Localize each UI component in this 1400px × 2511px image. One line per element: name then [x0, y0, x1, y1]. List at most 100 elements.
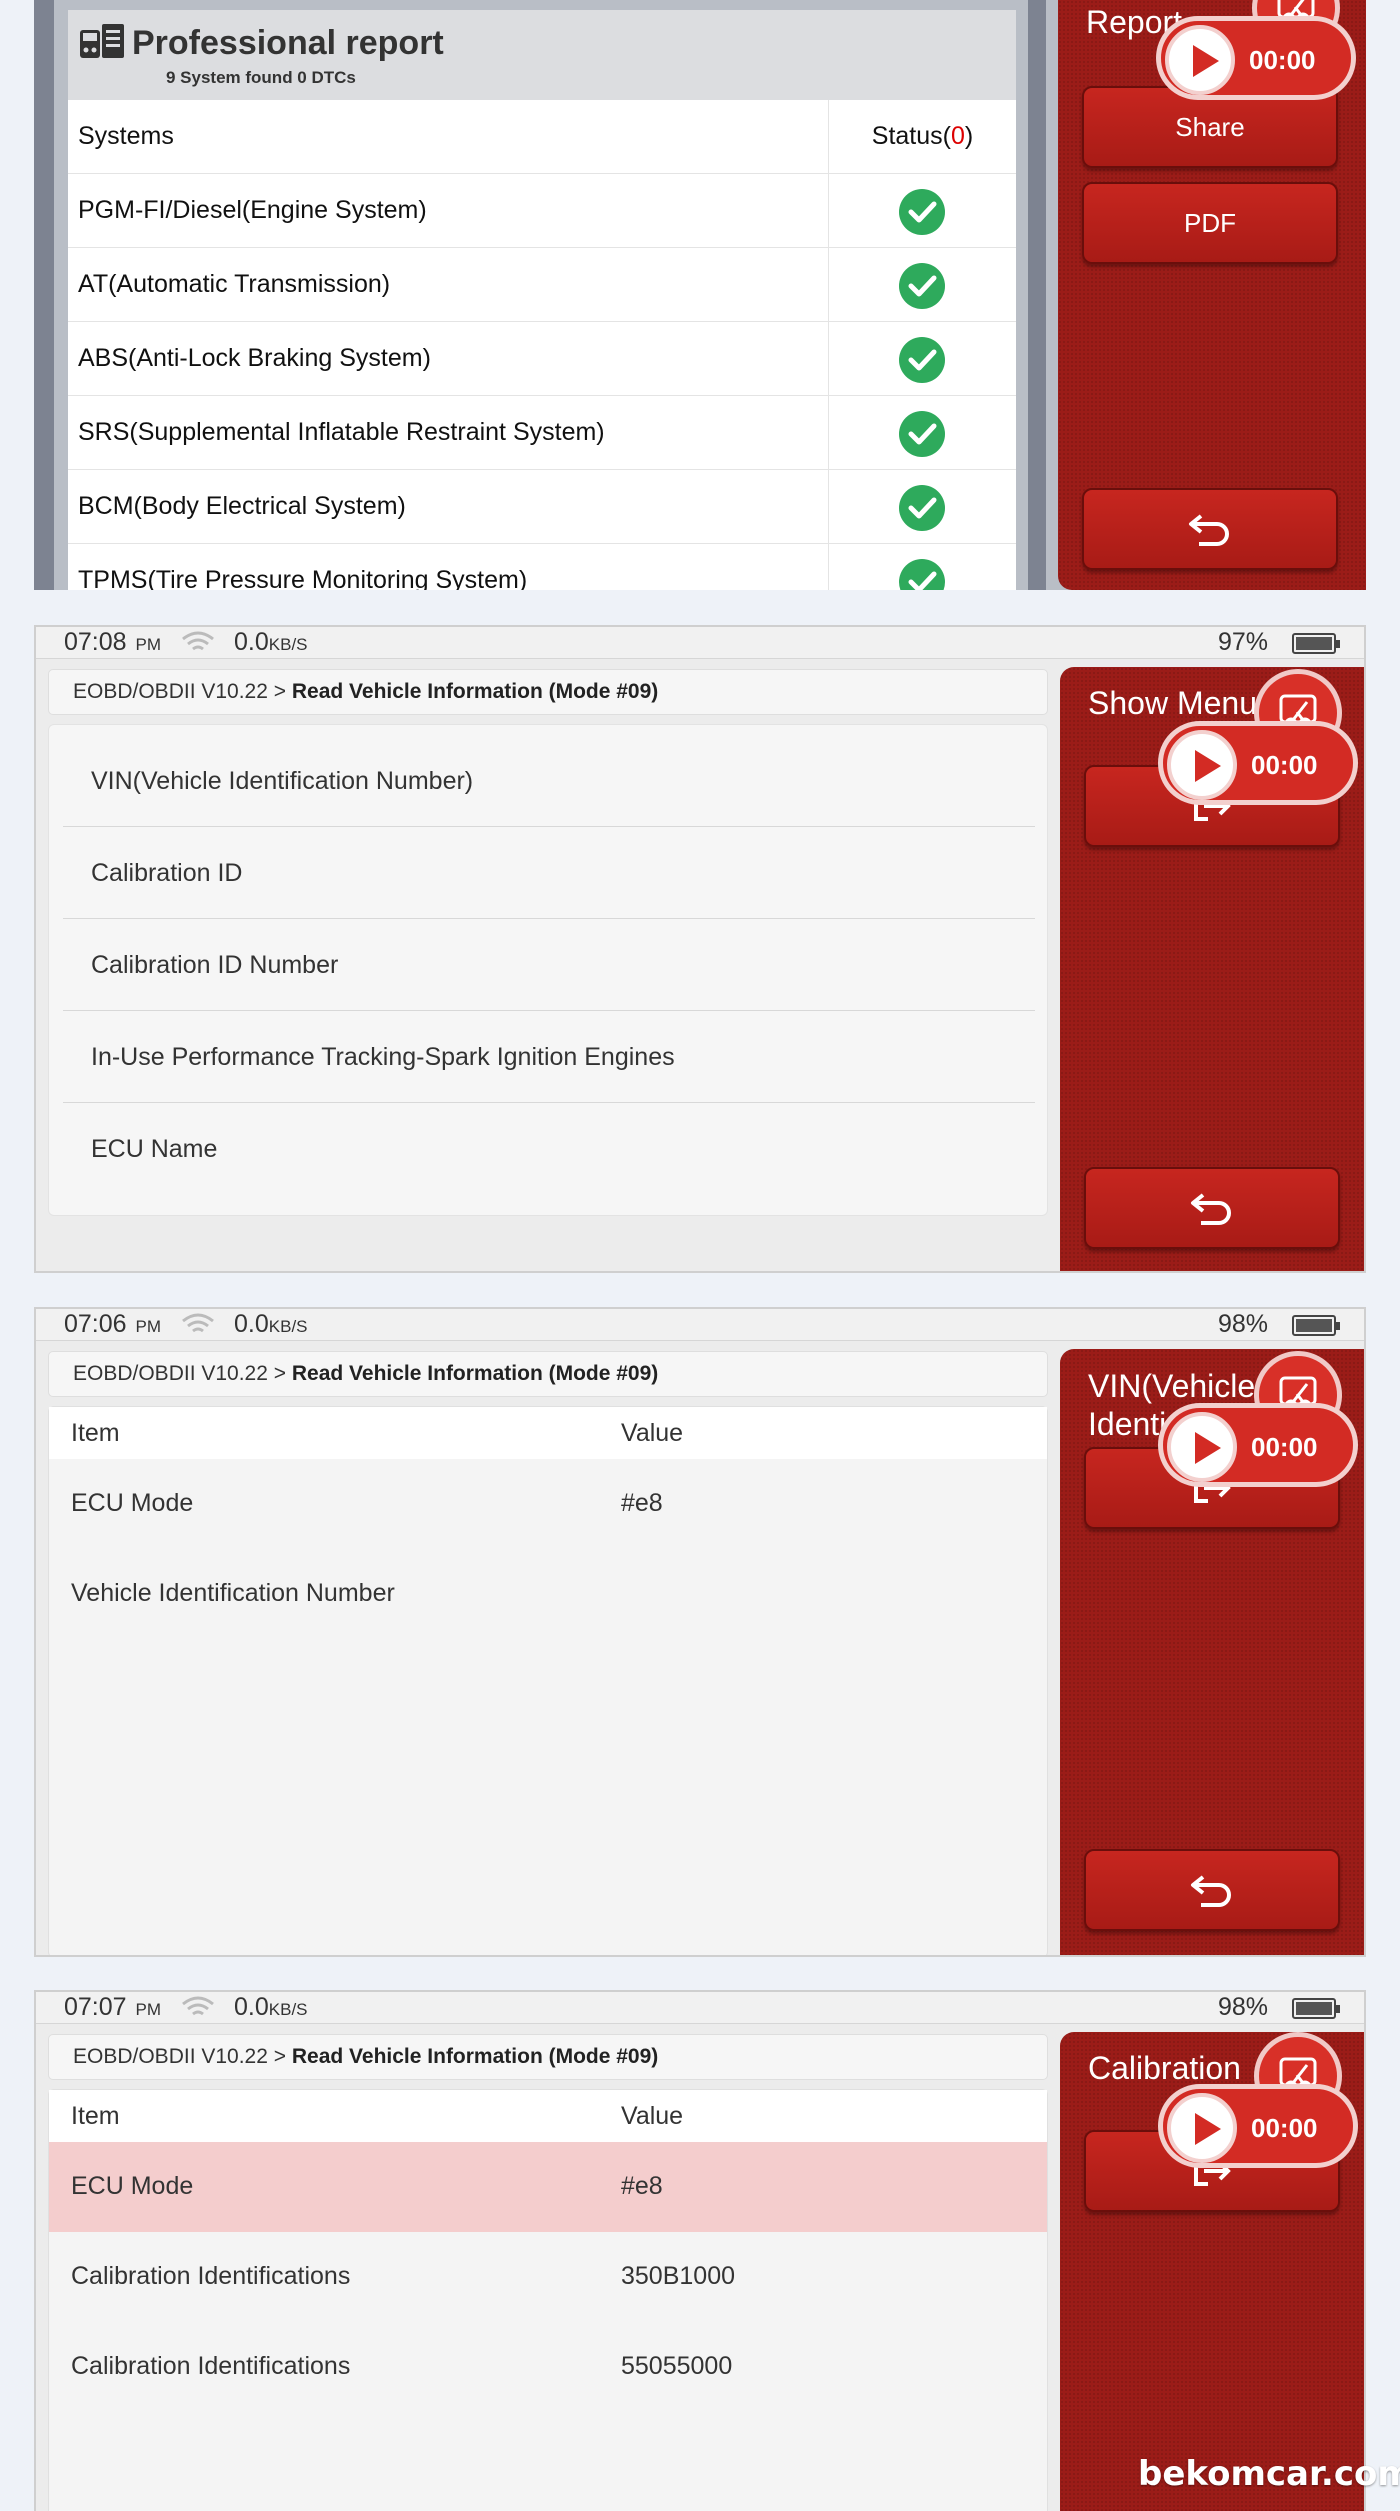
value-cell: #e8 — [621, 2172, 663, 2200]
clock-time: 07:06 — [64, 1310, 127, 1338]
breadcrumb-page: Read Vehicle Information (Mode #09) — [291, 2045, 659, 2068]
action-sidebar: Report Share PDF 00:00 — [1058, 0, 1366, 590]
play-icon[interactable] — [1167, 1412, 1237, 1482]
check-icon — [899, 559, 945, 590]
speed-unit: KB/S — [268, 2000, 308, 2019]
breadcrumb-separator: > — [273, 2045, 287, 2068]
recorder-timer: 00:00 — [1251, 1432, 1318, 1462]
value-cell: 350B1000 — [621, 2262, 736, 2290]
check-icon — [899, 411, 945, 457]
wifi-icon — [182, 631, 214, 651]
table-header: Item Value — [49, 2090, 1047, 2142]
systems-table: Systems Status(0) PGM-FI/Diesel(Engine S… — [68, 100, 1016, 590]
back-button[interactable] — [1084, 1167, 1340, 1249]
back-arrow-icon — [1189, 514, 1229, 546]
wifi-icon — [182, 1996, 214, 2016]
table-row[interactable]: Calibration Identifications 55055000 — [49, 2322, 1047, 2412]
professional-report: Professional report 9 System found 0 DTC… — [68, 10, 1016, 590]
action-sidebar: Calibration 00:00 — [1060, 2032, 1364, 2511]
watermark: bekomcar.com — [1138, 2454, 1400, 2494]
car-report-icon — [80, 24, 126, 65]
back-button[interactable] — [1084, 1849, 1340, 1931]
systems-column-header: Systems — [78, 122, 174, 150]
speed-value: 0.0 — [234, 1310, 269, 1338]
table-row[interactable]: ABS(Anti-Lock Braking System) — [68, 322, 1016, 396]
clock: 07:06 PM — [64, 1310, 161, 1339]
play-icon[interactable] — [1167, 2093, 1237, 2163]
table-row[interactable]: Vehicle Identification Number — [49, 1549, 1047, 1639]
breadcrumb-page: Read Vehicle Information (Mode #09) — [291, 680, 659, 703]
recorder-pill[interactable]: 00:00 — [1156, 16, 1356, 100]
panel-divider — [1028, 0, 1046, 590]
clock-ampm: PM — [135, 635, 162, 654]
list-item[interactable]: ECU Name — [63, 1103, 1035, 1195]
recorder-timer: 00:00 — [1251, 2113, 1318, 2143]
screen-recorder-widget[interactable]: 00:00 — [1158, 1351, 1364, 1511]
recorder-pill[interactable]: 00:00 — [1158, 2084, 1358, 2168]
check-icon — [899, 263, 945, 309]
network-speed: 0.0KB/S — [234, 1993, 308, 2022]
system-name: SRS(Supplemental Inflatable Restraint Sy… — [78, 418, 605, 446]
table-header: Systems Status(0) — [68, 100, 1016, 174]
screen-recorder-widget[interactable]: 00:00 — [1156, 0, 1366, 124]
network-speed: 0.0KB/S — [234, 628, 308, 657]
dtc-count: 0 — [950, 122, 965, 150]
status-cell — [828, 248, 1016, 322]
table-row[interactable]: Calibration Identifications 350B1000 — [49, 2232, 1047, 2322]
vehicle-info-menu-panel: 07:08 PM 0.0KB/S 97% EOBD/OBDII V10.22 >… — [34, 625, 1366, 1273]
table-row[interactable]: BCM(Body Electrical System) — [68, 470, 1016, 544]
table-header: Item Value — [49, 1407, 1047, 1459]
status-bar: 07:07 PM 0.0KB/S 98% — [36, 1992, 1364, 2024]
status-column-header: Status(0) — [828, 100, 1016, 174]
status-cell — [828, 322, 1016, 396]
table-row-selected[interactable]: ECU Mode #e8 — [49, 2142, 1047, 2232]
recorder-pill[interactable]: 00:00 — [1158, 721, 1358, 805]
action-sidebar: VIN(Vehicle Identi 00:00 — [1060, 1349, 1364, 1955]
breadcrumb-app[interactable]: EOBD/OBDII V10.22 — [73, 1362, 268, 1385]
value-cell: 55055000 — [621, 2352, 733, 2380]
battery-icon — [1292, 1998, 1340, 2019]
recorder-pill[interactable]: 00:00 — [1158, 1403, 1358, 1487]
system-name: BCM(Body Electrical System) — [78, 492, 406, 520]
clock-time: 07:08 — [64, 628, 127, 656]
check-icon — [899, 189, 945, 235]
list-item[interactable]: VIN(Vehicle Identification Number) — [63, 735, 1035, 827]
calibration-value-table: Item Value ECU Mode #e8 Calibration Iden… — [48, 2089, 1048, 2511]
system-name: ABS(Anti-Lock Braking System) — [78, 344, 431, 372]
play-icon[interactable] — [1167, 730, 1237, 800]
speed-unit: KB/S — [268, 635, 308, 654]
breadcrumb: EOBD/OBDII V10.22 > Read Vehicle Informa… — [48, 669, 1048, 715]
back-button[interactable] — [1082, 488, 1338, 570]
screen-recorder-widget[interactable]: 00:00 — [1158, 2032, 1364, 2192]
speed-value: 0.0 — [234, 1993, 269, 2021]
report-panel: Professional report 9 System found 0 DTC… — [34, 0, 1366, 590]
play-icon[interactable] — [1165, 25, 1235, 95]
list-item[interactable]: In-Use Performance Tracking-Spark Igniti… — [63, 1011, 1035, 1103]
item-cell: ECU Mode — [71, 1489, 194, 1517]
breadcrumb-app[interactable]: EOBD/OBDII V10.22 — [73, 2045, 268, 2068]
table-row[interactable]: PGM-FI/Diesel(Engine System) — [68, 174, 1016, 248]
breadcrumb: EOBD/OBDII V10.22 > Read Vehicle Informa… — [48, 1351, 1048, 1397]
table-row[interactable]: ECU Mode #e8 — [49, 1459, 1047, 1549]
status-cell — [828, 544, 1016, 590]
list-item[interactable]: Calibration ID Number — [63, 919, 1035, 1011]
battery-icon — [1292, 1315, 1340, 1336]
breadcrumb: EOBD/OBDII V10.22 > Read Vehicle Informa… — [48, 2034, 1048, 2080]
calibration-result-panel: 07:07 PM 0.0KB/S 98% EOBD/OBDII V10.22 >… — [34, 1990, 1366, 2511]
panel-edge — [34, 0, 54, 590]
table-row[interactable]: SRS(Supplemental Inflatable Restraint Sy… — [68, 396, 1016, 470]
clock-time: 07:07 — [64, 1993, 127, 2021]
item-cell: Calibration Identifications — [71, 2352, 351, 2380]
check-icon — [899, 485, 945, 531]
pdf-button[interactable]: PDF — [1082, 182, 1338, 264]
screen-recorder-widget[interactable]: 00:00 — [1158, 669, 1364, 829]
wifi-icon — [182, 1313, 214, 1333]
network-speed: 0.0KB/S — [234, 1310, 308, 1339]
vin-result-panel: 07:06 PM 0.0KB/S 98% EOBD/OBDII V10.22 >… — [34, 1307, 1366, 1957]
table-row[interactable]: TPMS(Tire Pressure Monitoring System) — [68, 544, 1016, 590]
list-item[interactable]: Calibration ID — [63, 827, 1035, 919]
recorder-timer: 00:00 — [1249, 45, 1316, 75]
breadcrumb-app[interactable]: EOBD/OBDII V10.22 — [73, 680, 268, 703]
table-row[interactable]: AT(Automatic Transmission) — [68, 248, 1016, 322]
item-column-header: Item — [71, 1419, 120, 1447]
